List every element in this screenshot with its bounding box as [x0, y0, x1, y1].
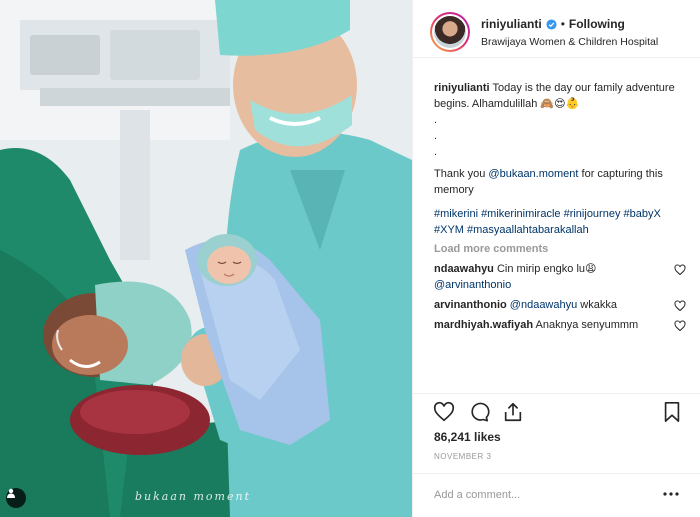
photo-watermark: bukaan moment: [135, 490, 251, 503]
comment-text: Anaknya senyummm: [535, 319, 639, 331]
bookmark-icon[interactable]: [661, 401, 683, 423]
mention-link[interactable]: @bukaan.moment: [488, 168, 578, 180]
post-caption: riniyulianti Today is the day our family…: [434, 80, 684, 238]
like-comment-heart-icon[interactable]: [674, 320, 686, 332]
comment-item: mardhiyah.wafiyah Anaknya senyummm: [434, 317, 686, 333]
ellipsis-icon[interactable]: [663, 491, 679, 497]
comment-username[interactable]: mardhiyah.wafiyah: [434, 319, 533, 331]
share-icon[interactable]: [502, 401, 524, 423]
comments-section: riniyulianti Today is the day our family…: [434, 80, 686, 333]
comment-text: wkakka: [577, 299, 617, 311]
username-link[interactable]: riniyulianti: [481, 17, 542, 31]
post-actions-bar: [413, 393, 700, 423]
caption-dot: .: [434, 146, 438, 158]
likes-count[interactable]: 86,241 likes: [434, 430, 501, 444]
caption-dot: .: [434, 114, 438, 126]
like-comment-heart-icon[interactable]: [674, 300, 686, 312]
instagram-post: bukaan moment riniyulianti • Following B…: [0, 0, 700, 517]
profile-avatar[interactable]: [430, 12, 470, 52]
comment-text: Cin mirip engko lu😩: [496, 263, 597, 275]
tagged-user-icon[interactable]: [6, 488, 26, 508]
add-comment-bar: [413, 473, 700, 517]
load-more-comments-button[interactable]: Load more comments: [434, 241, 684, 257]
post-date[interactable]: NOVEMBER 3: [434, 452, 491, 461]
caption-thanks-prefix: Thank you: [434, 168, 489, 180]
caption-username[interactable]: riniyulianti: [434, 82, 490, 94]
header-user-line: riniyulianti • Following: [481, 17, 625, 31]
heart-icon[interactable]: [433, 401, 455, 423]
comment-icon[interactable]: [468, 401, 490, 423]
like-comment-heart-icon[interactable]: [674, 264, 686, 276]
comment-item: ndaawahyu Cin mirip engko lu😩 @arvinanth…: [434, 261, 686, 293]
caption-hashtags[interactable]: #mikerini #mikerinimiracle #rinijourney …: [434, 206, 684, 238]
add-comment-input[interactable]: [434, 485, 644, 505]
verified-badge-icon: [546, 18, 557, 30]
post-header: riniyulianti • Following Brawijaya Women…: [413, 0, 700, 58]
post-side-panel: riniyulianti • Following Brawijaya Women…: [412, 0, 700, 517]
comment-mention[interactable]: @arvinanthonio: [434, 279, 511, 291]
comment-username[interactable]: ndaawahyu: [434, 263, 494, 275]
person-icon: [7, 488, 15, 498]
avatar-image: [434, 16, 466, 48]
location-link[interactable]: Brawijaya Women & Children Hospital: [481, 36, 658, 48]
caption-dot: .: [434, 130, 438, 142]
photo-illustration: [0, 0, 412, 517]
comment-item: arvinanthonio @ndaawahyu wkakka: [434, 297, 686, 313]
post-photo[interactable]: bukaan moment: [0, 0, 412, 517]
comment-mention[interactable]: @ndaawahyu: [510, 299, 577, 311]
comment-username[interactable]: arvinanthonio: [434, 299, 507, 311]
separator-dot: •: [560, 17, 565, 31]
following-button[interactable]: Following: [569, 17, 625, 31]
